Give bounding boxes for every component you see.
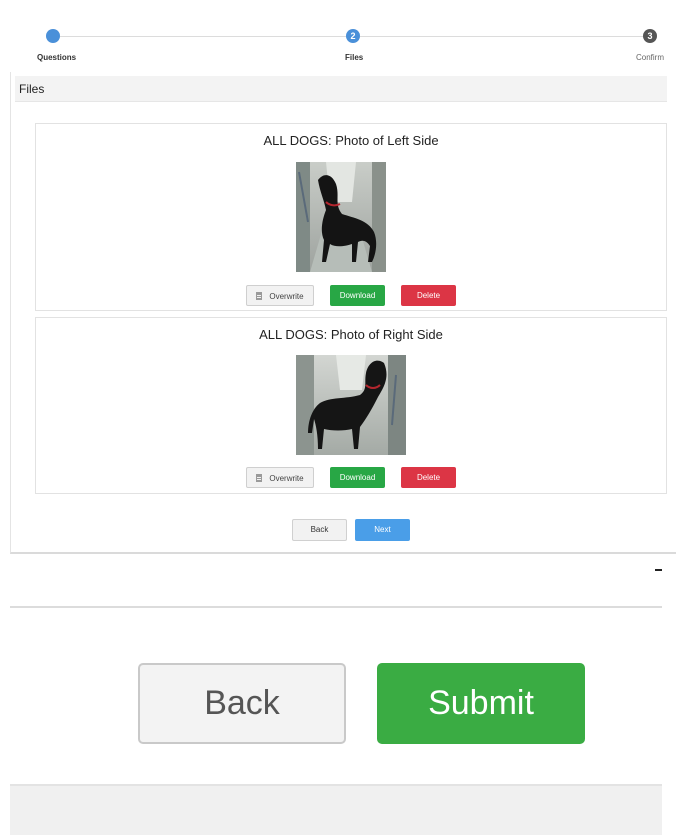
stepper-line	[60, 36, 346, 37]
next-button[interactable]: Next	[355, 519, 410, 541]
file-title: ALL DOGS: Photo of Right Side	[259, 327, 443, 342]
back-button-large[interactable]: Back	[138, 663, 346, 744]
step-questions-label[interactable]: Questions	[37, 53, 76, 62]
overwrite-button[interactable]: Overwrite	[246, 467, 314, 488]
section-header: Files	[15, 76, 667, 102]
download-button[interactable]: Download	[330, 285, 385, 306]
download-button[interactable]: Download	[330, 467, 385, 488]
footer-bar	[10, 784, 662, 835]
submit-button[interactable]: Submit	[377, 663, 585, 744]
stepper-line	[360, 36, 644, 37]
minimize-dash	[655, 569, 662, 571]
step-questions-dot[interactable]	[46, 29, 60, 43]
overwrite-button[interactable]: Overwrite	[246, 285, 314, 306]
file-card: ALL DOGS: Photo of Left Side Overwrite D…	[35, 123, 667, 311]
step-files-dot[interactable]: 2	[346, 29, 360, 43]
back-button[interactable]: Back	[292, 519, 347, 541]
step-confirm-dot[interactable]: 3	[643, 29, 657, 43]
section-title: Files	[19, 82, 45, 96]
overwrite-label: Overwrite	[269, 474, 304, 483]
file-card: ALL DOGS: Photo of Right Side Overwrite …	[35, 317, 667, 494]
delete-button[interactable]: Delete	[401, 467, 456, 488]
dog-photo-icon[interactable]	[296, 162, 386, 272]
step-confirm-label[interactable]: Confirm	[636, 53, 664, 62]
progress-stepper: Questions 2 Files 3 Confirm	[0, 0, 676, 70]
delete-button[interactable]: Delete	[401, 285, 456, 306]
file-title: ALL DOGS: Photo of Left Side	[263, 133, 439, 148]
file-icon	[256, 474, 263, 482]
step-files-label[interactable]: Files	[345, 53, 363, 62]
overwrite-label: Overwrite	[269, 292, 304, 301]
section-divider	[10, 606, 662, 608]
dog-photo-icon[interactable]	[296, 355, 406, 455]
file-icon	[256, 292, 263, 300]
files-panel: Files ALL DOGS: Photo of Left Side Overw…	[10, 72, 676, 554]
